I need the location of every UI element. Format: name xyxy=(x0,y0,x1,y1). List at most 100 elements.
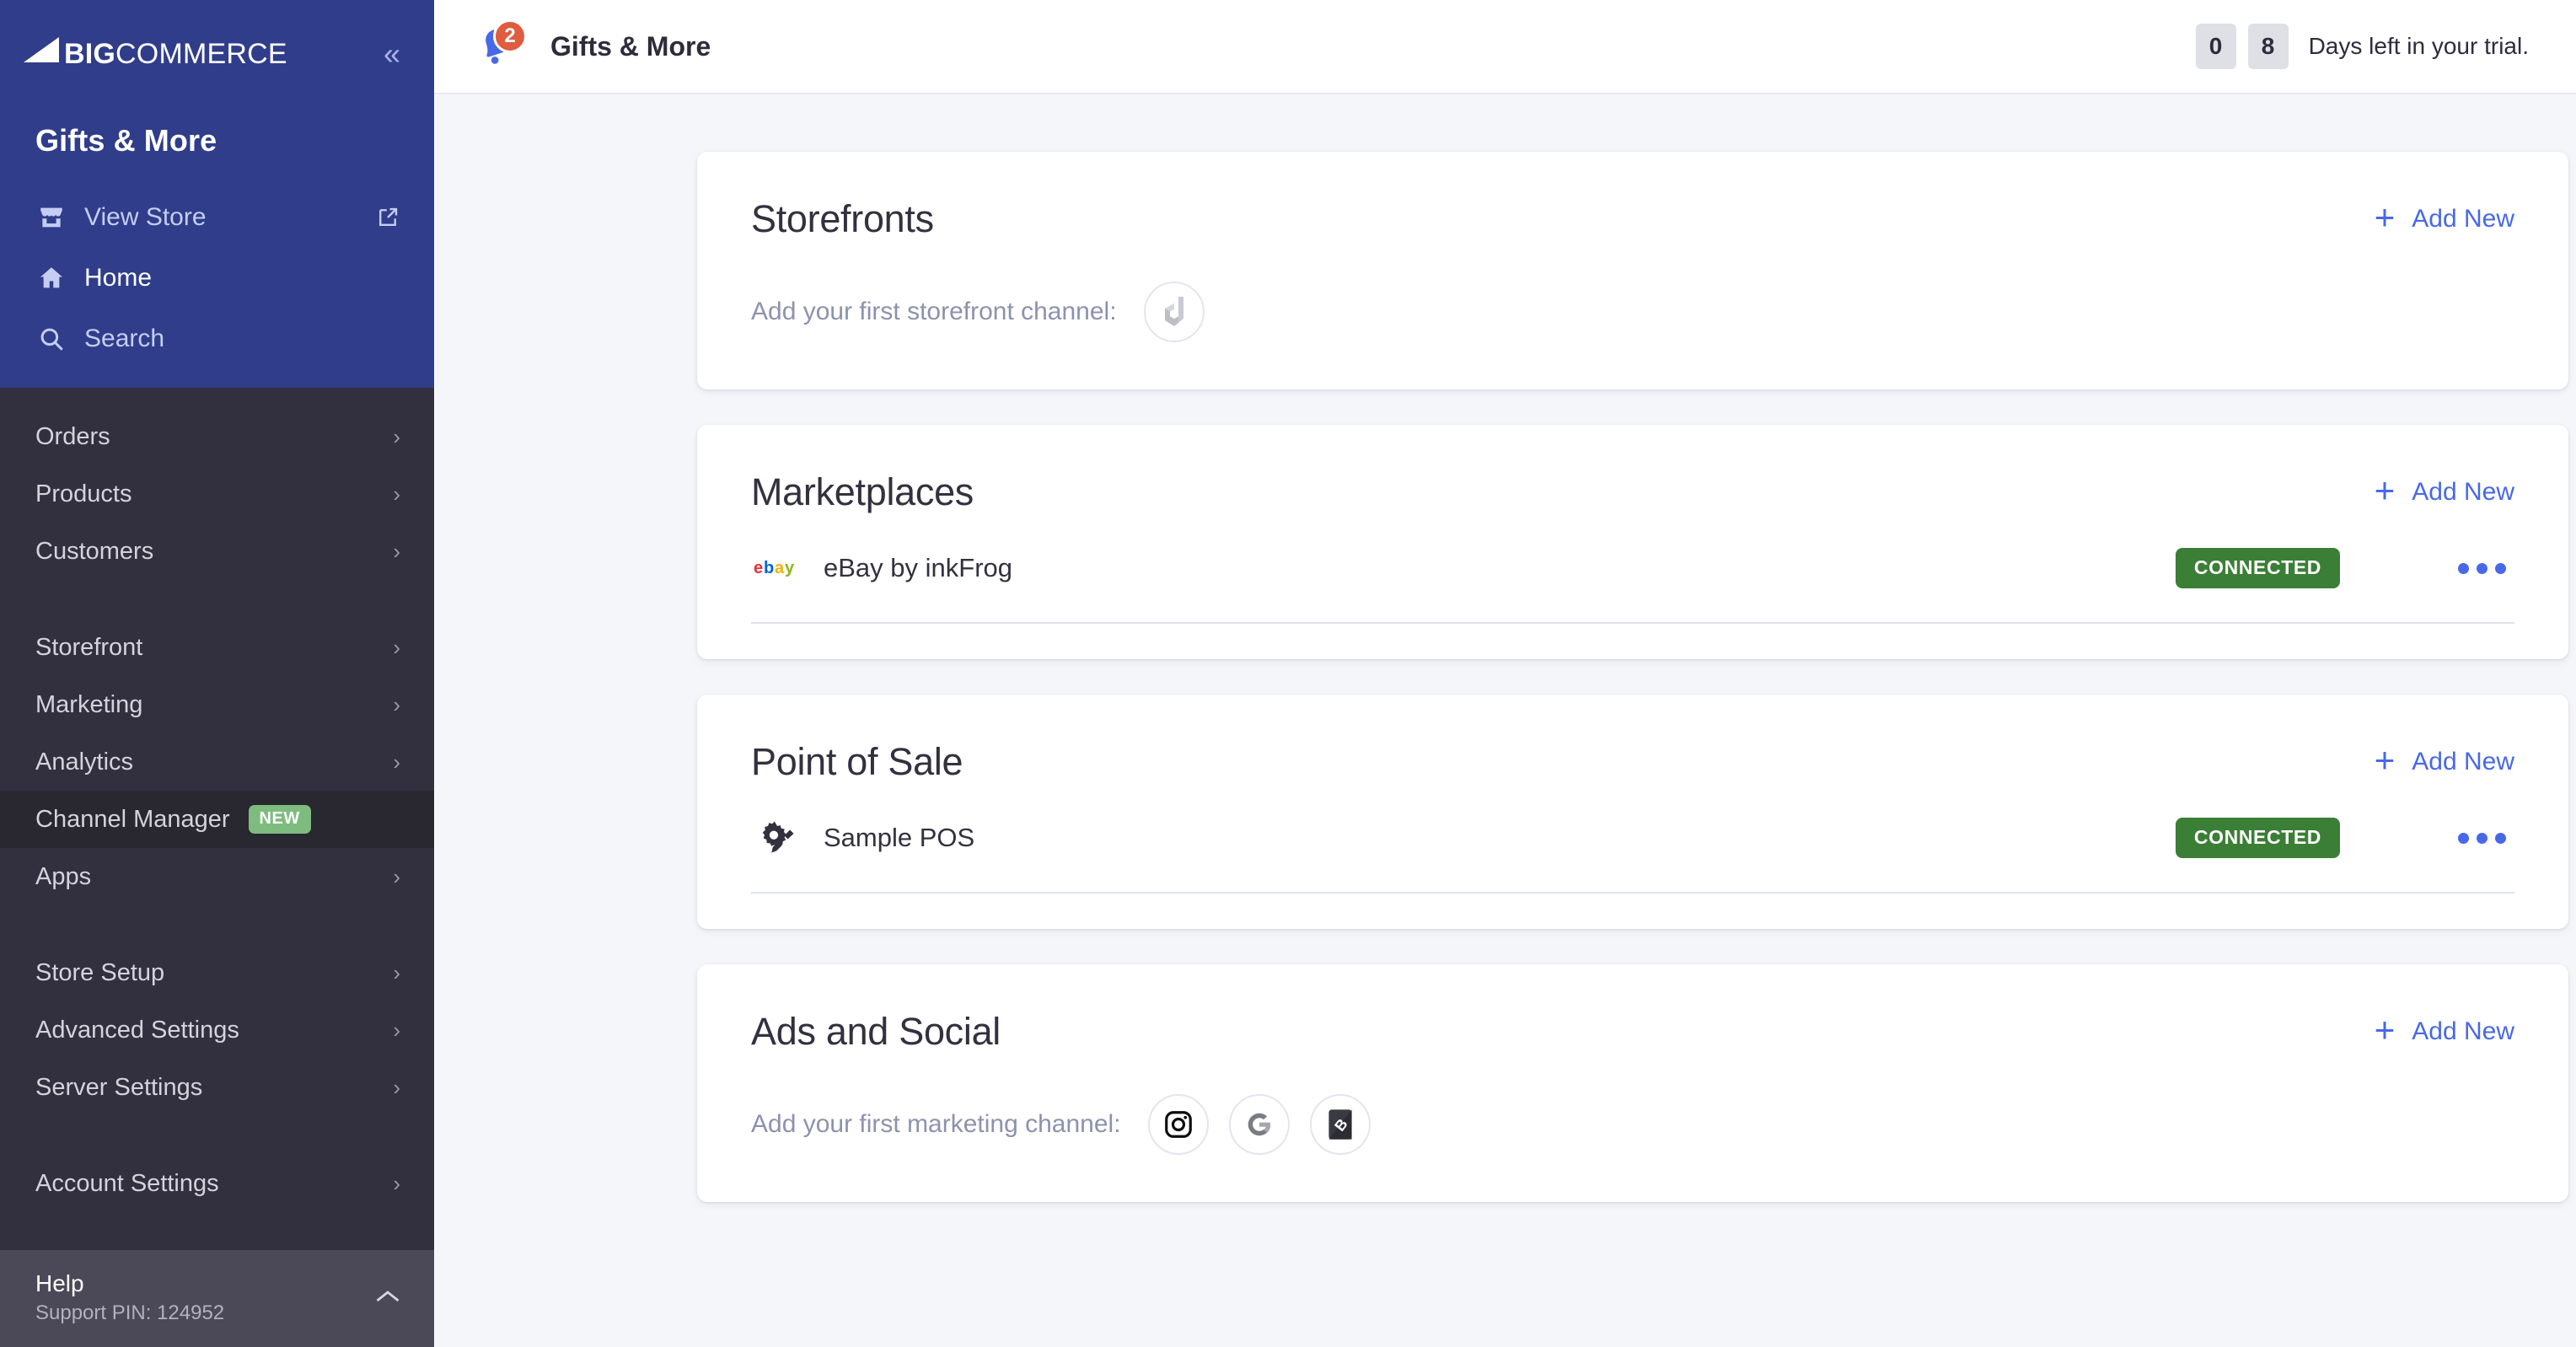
add-new-marketplace-button[interactable]: + Add New xyxy=(2375,473,2514,512)
sidebar-item-label: Advanced Settings xyxy=(35,1017,239,1044)
chevron-right-icon: › xyxy=(393,426,400,448)
help-title: Help xyxy=(35,1269,224,1298)
sidebar-store-name: Gifts & More xyxy=(0,108,434,187)
sidebar-nav: Orders › Products › Customers › Storefro… xyxy=(0,388,434,1250)
card-point-of-sale: Point of Sale + Add New xyxy=(697,695,2568,929)
ebay-glyph-icon: e b a y xyxy=(754,557,801,579)
notification-bell-icon[interactable]: 2 xyxy=(471,19,525,73)
trial-digit-tens: 0 xyxy=(2196,24,2236,69)
sidebar-item-label: Storefront xyxy=(35,634,142,662)
chevron-right-icon: › xyxy=(393,694,400,716)
sidebar-item-label: Apps xyxy=(35,863,91,891)
new-badge: NEW xyxy=(249,805,311,834)
sidebar-item-account-settings[interactable]: Account Settings › xyxy=(0,1155,434,1212)
bigcommerce-logo[interactable]: BIGCOMMERCE xyxy=(22,35,287,72)
sidebar-item-products[interactable]: Products › xyxy=(0,465,434,523)
add-new-storefront-button[interactable]: + Add New xyxy=(2375,200,2514,239)
sidebar-help-panel[interactable]: Help Support PIN: 124952 xyxy=(0,1250,434,1347)
trial-text: Days left in your trial. xyxy=(2309,33,2529,60)
plus-icon: + xyxy=(2375,1012,2396,1048)
sidebar-divider xyxy=(0,580,434,619)
sidebar-item-label: Channel Manager xyxy=(35,806,230,834)
card-title: Point of Sale xyxy=(751,740,963,784)
status-badge: CONNECTED xyxy=(2176,818,2340,858)
sidebar-item-storefront[interactable]: Storefront › xyxy=(0,619,434,676)
sidebar-item-analytics[interactable]: Analytics › xyxy=(0,733,434,791)
sidebar-item-home[interactable]: Home xyxy=(0,248,434,309)
card-header: Ads and Social + Add New xyxy=(751,964,2514,1054)
support-pin: Support PIN: 124952 xyxy=(35,1301,224,1325)
add-new-label: Add New xyxy=(2412,205,2514,233)
sidebar-item-view-store[interactable]: View Store xyxy=(0,187,434,248)
channel-name: Sample POS xyxy=(824,823,974,853)
channel-cards: Storefronts + Add New Add your first sto… xyxy=(697,152,2568,1202)
sidebar-item-label: Products xyxy=(35,480,131,508)
empty-state-label: Add your first marketing channel: xyxy=(751,1110,1121,1139)
card-marketplaces: Marketplaces + Add New e b a y xyxy=(697,425,2568,659)
sidebar-divider xyxy=(0,905,434,944)
sidebar-item-label: Account Settings xyxy=(35,1170,219,1198)
chevron-right-icon: › xyxy=(393,1019,400,1041)
chevron-double-left-icon[interactable]: « xyxy=(384,39,400,69)
deity-logo-icon[interactable] xyxy=(1144,282,1205,342)
chevron-right-icon: › xyxy=(393,751,400,773)
channel-name: eBay by inkFrog xyxy=(824,553,1012,583)
suggested-channels: B xyxy=(1148,1094,1371,1155)
sidebar-item-search[interactable]: Search xyxy=(0,309,434,369)
svg-text:y: y xyxy=(785,559,795,577)
card-bottom-spacer xyxy=(751,894,2514,929)
sidebar-brand-row: BIGCOMMERCE « xyxy=(0,0,434,108)
add-new-label: Add New xyxy=(2412,478,2514,507)
storefront-icon xyxy=(37,203,76,232)
chevron-up-icon[interactable] xyxy=(375,1284,400,1310)
sidebar-item-marketing[interactable]: Marketing › xyxy=(0,676,434,733)
channel-row-sample-pos[interactable]: Sample POS CONNECTED xyxy=(751,784,2514,894)
sidebar-item-label: Home xyxy=(84,264,400,292)
sidebar-item-orders[interactable]: Orders › xyxy=(0,408,434,465)
sidebar-item-apps[interactable]: Apps › xyxy=(0,848,434,905)
plus-icon: + xyxy=(2375,200,2396,235)
plus-icon: + xyxy=(2375,743,2396,778)
topbar: 2 Gifts & More 0 8 Days left in your tri… xyxy=(434,0,2576,94)
main-area: 2 Gifts & More 0 8 Days left in your tri… xyxy=(434,0,2576,1347)
chevron-right-icon: › xyxy=(393,483,400,505)
sidebar-quick-links: View Store Home Search xyxy=(0,187,434,388)
sidebar-item-store-setup[interactable]: Store Setup › xyxy=(0,944,434,1001)
trial-digit-ones: 8 xyxy=(2248,24,2289,69)
add-new-pos-button[interactable]: + Add New xyxy=(2375,743,2514,781)
add-new-ads-social-button[interactable]: + Add New xyxy=(2375,1012,2514,1051)
app-root: BIGCOMMERCE « Gifts & More View Store xyxy=(0,0,2576,1347)
bigcommerce-wordmark: BIGCOMMERCE xyxy=(64,38,287,71)
sidebar-item-label: Server Settings xyxy=(35,1074,202,1102)
deity-glyph-icon xyxy=(1158,295,1190,329)
pos-glyph-icon xyxy=(758,818,797,857)
empty-state-ads-and-social: Add your first marketing channel: xyxy=(751,1054,2514,1202)
instagram-icon[interactable] xyxy=(1148,1094,1209,1155)
sidebar-item-channel-manager[interactable]: Channel Manager NEW xyxy=(0,791,434,848)
sidebar-item-customers[interactable]: Customers › xyxy=(0,523,434,580)
svg-text:b: b xyxy=(764,559,774,577)
sidebar-item-label: Marketing xyxy=(35,691,142,719)
more-options-icon[interactable] xyxy=(2450,555,2514,582)
google-icon[interactable] xyxy=(1229,1094,1290,1155)
bing-ads-icon[interactable]: B xyxy=(1310,1094,1371,1155)
svg-text:a: a xyxy=(775,559,785,577)
external-link-icon xyxy=(375,205,400,230)
instagram-glyph-icon xyxy=(1162,1108,1194,1140)
chevron-right-icon: › xyxy=(393,636,400,658)
add-new-label: Add New xyxy=(2412,1017,2514,1046)
chevron-right-icon: › xyxy=(393,1173,400,1194)
channel-row-ebay[interactable]: e b a y eBay by inkFrog CONNECTED xyxy=(751,514,2514,624)
pos-gear-icon xyxy=(751,818,803,857)
card-title: Ads and Social xyxy=(751,1010,1001,1054)
empty-state-label: Add your first storefront channel: xyxy=(751,298,1117,326)
sidebar-item-advanced-settings[interactable]: Advanced Settings › xyxy=(0,1001,434,1059)
home-icon xyxy=(37,264,76,292)
sidebar-item-server-settings[interactable]: Server Settings › xyxy=(0,1059,434,1116)
bigcommerce-mark-icon xyxy=(22,37,66,71)
more-options-icon[interactable] xyxy=(2450,824,2514,852)
sidebar-item-label: Store Setup xyxy=(35,959,164,987)
sidebar-item-label: Search xyxy=(84,325,400,353)
page-title: Gifts & More xyxy=(550,31,711,62)
sidebar-item-label: Analytics xyxy=(35,749,133,776)
